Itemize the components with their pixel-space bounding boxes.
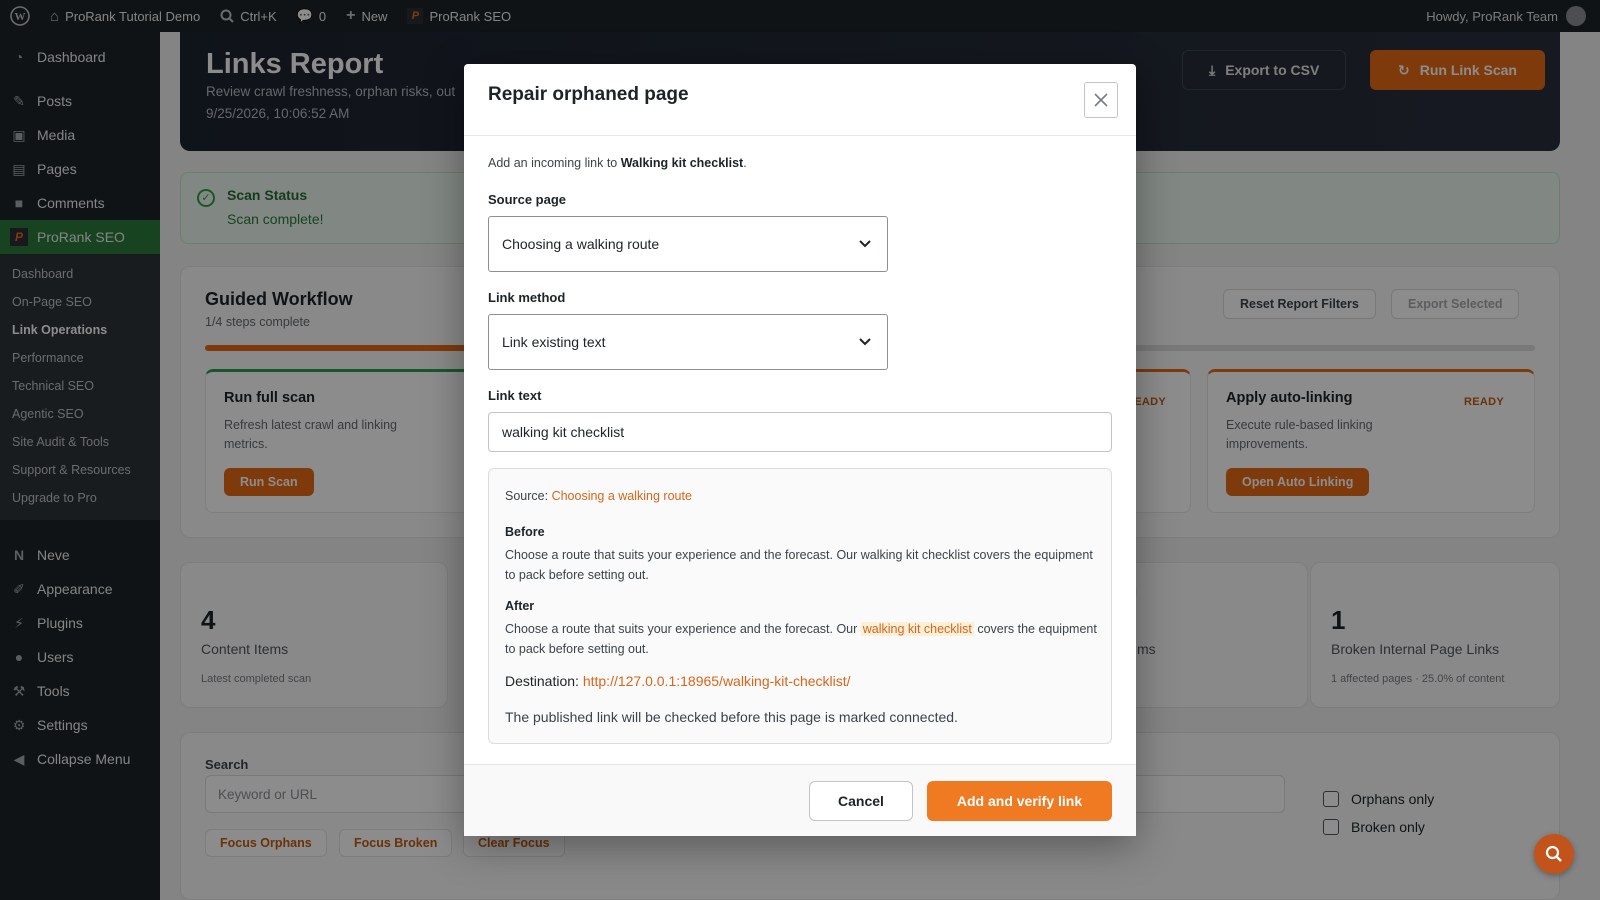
after-text: Choose a route that suits your experienc… — [505, 619, 1097, 659]
source-page-select[interactable]: Choosing a walking route — [488, 216, 888, 272]
preview-destination: Destination: http://127.0.0.1:18965/walk… — [505, 673, 851, 689]
intro-suffix: . — [743, 156, 747, 170]
close-icon — [1094, 93, 1108, 107]
source-page-label: Source page — [488, 192, 567, 207]
modal-footer: Cancel Add and verify link — [464, 764, 1136, 836]
intro-target: Walking kit checklist — [620, 156, 744, 170]
search-icon — [1545, 845, 1562, 862]
source-page-value: Choosing a walking route — [502, 236, 660, 252]
floating-search-button[interactable] — [1534, 834, 1574, 874]
modal-header: Repair orphaned page — [464, 64, 1136, 136]
destination-prefix: Destination: — [505, 673, 583, 689]
cancel-button[interactable]: Cancel — [809, 781, 913, 821]
intro-prefix: Add an incoming link to — [488, 156, 621, 170]
link-method-label: Link method — [488, 290, 566, 305]
link-preview-box: Source: Choosing a walking route Before … — [488, 468, 1112, 744]
close-button[interactable] — [1084, 82, 1118, 118]
destination-url-link[interactable]: http://127.0.0.1:18965/walking-kit-check… — [583, 673, 851, 689]
preview-source: Source: Choosing a walking route — [505, 489, 692, 503]
preview-source-link[interactable]: Choosing a walking route — [552, 489, 692, 503]
link-text-label: Link text — [488, 388, 542, 403]
chevron-down-icon — [859, 338, 871, 346]
chevron-down-icon — [859, 240, 871, 248]
after-heading: After — [505, 599, 535, 613]
preview-source-prefix: Source: — [505, 489, 552, 503]
repair-orphaned-page-dialog: Repair orphaned page Add an incoming lin… — [464, 64, 1136, 836]
link-text-input[interactable]: walking kit checklist — [488, 412, 1112, 452]
before-text: Choose a route that suits your experienc… — [505, 548, 1093, 582]
verification-note: The published link will be checked befor… — [505, 709, 958, 725]
modal-intro: Add an incoming link to Walking kit chec… — [488, 156, 747, 170]
link-method-value: Link existing text — [502, 334, 606, 350]
after-highlighted-link: walking kit checklist — [860, 622, 974, 636]
add-and-verify-link-button[interactable]: Add and verify link — [927, 781, 1112, 821]
before-heading: Before — [505, 525, 545, 539]
modal-title: Repair orphaned page — [488, 84, 689, 105]
after-prefix: Choose a route that suits your experienc… — [505, 622, 861, 636]
link-method-select[interactable]: Link existing text — [488, 314, 888, 370]
